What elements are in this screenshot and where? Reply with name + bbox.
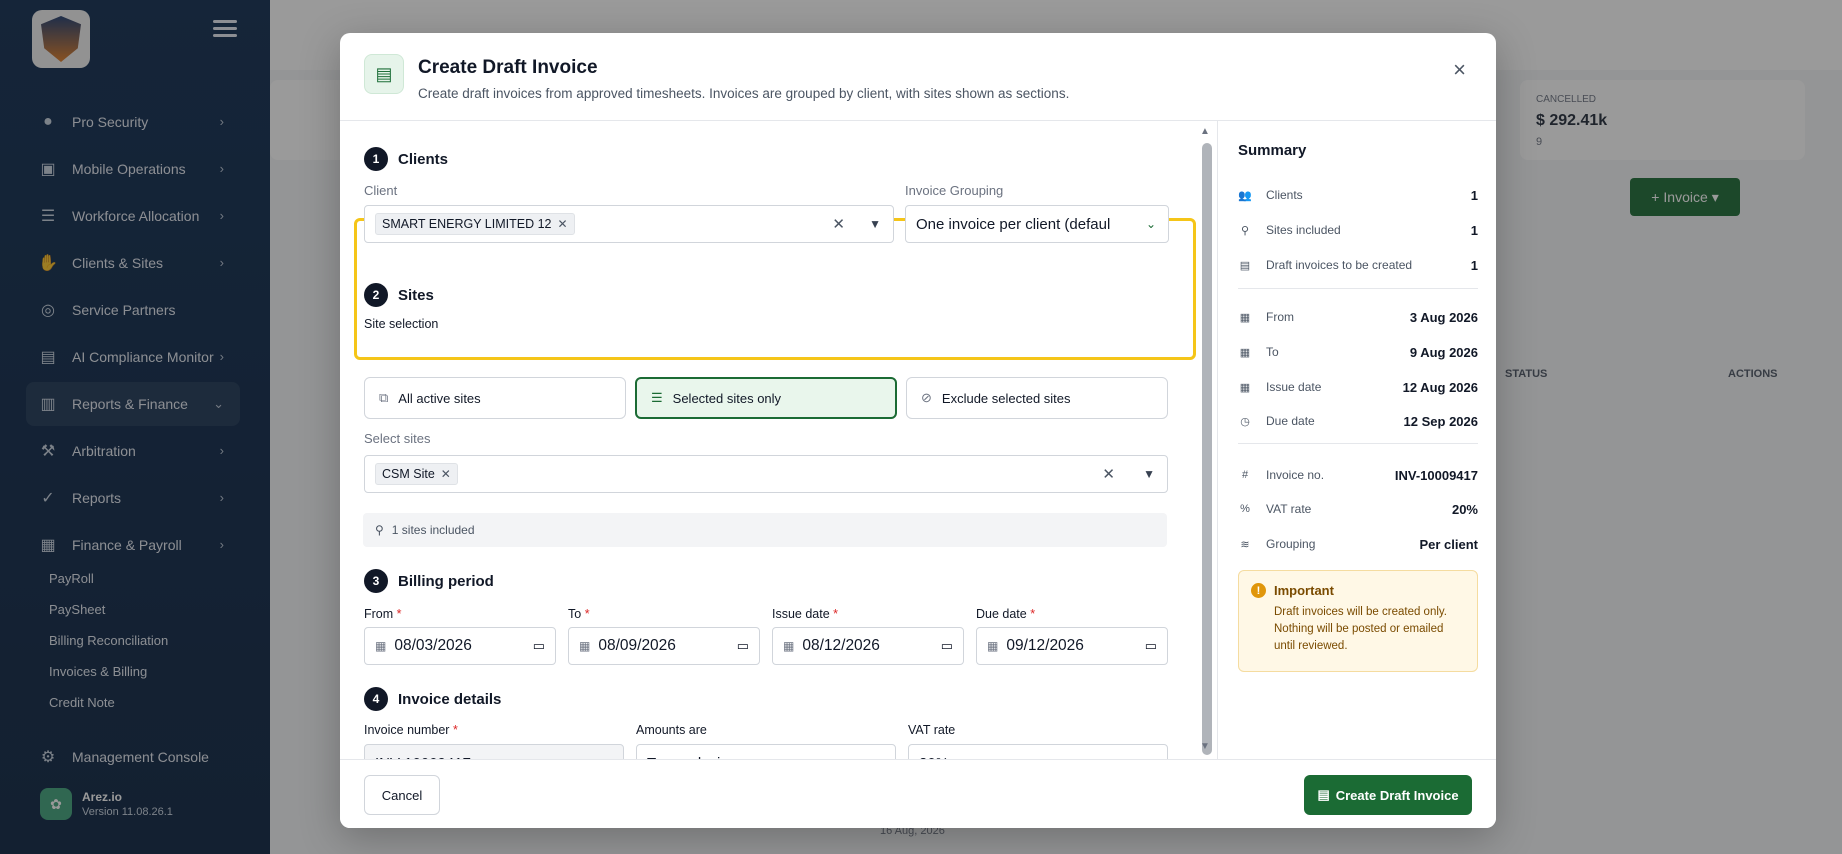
- invoice-grouping-select[interactable]: One invoice per client (defaul ⌄: [905, 205, 1169, 243]
- file-icon: ▤: [1239, 259, 1251, 272]
- section-clients-title: 1 Clients: [364, 147, 448, 171]
- summary-grouping: ≋ Grouping Per client: [1238, 534, 1478, 554]
- scroll-down-arrow[interactable]: ▼: [1200, 741, 1210, 752]
- from-label: From *: [364, 607, 402, 621]
- file-icon: ▤: [1317, 787, 1330, 802]
- calendar-icon: ▦: [1239, 346, 1251, 359]
- summary-invoice-no: # Invoice no. INV-10009417: [1238, 465, 1478, 485]
- clear-icon[interactable]: ✕: [1102, 465, 1115, 483]
- remove-chip-icon[interactable]: ✕: [441, 467, 451, 481]
- modal-title: Create Draft Invoice: [418, 57, 598, 78]
- scroll-up-arrow[interactable]: ▲: [1200, 126, 1210, 137]
- exclude-selected-sites-option[interactable]: ⊘ Exclude selected sites: [906, 377, 1168, 419]
- vat-rate-label: VAT rate: [908, 723, 956, 737]
- users-icon: 👥: [1238, 189, 1252, 202]
- important-text: Draft invoices will be created only. Not…: [1274, 606, 1447, 652]
- selected-sites-only-option[interactable]: ☰ Selected sites only: [635, 377, 897, 419]
- to-label: To *: [568, 607, 590, 621]
- section-sites-title: 2 Sites: [364, 283, 434, 307]
- summary-from: ▦ From 3 Aug 2026: [1239, 309, 1478, 325]
- chevron-down-icon: ⌄: [1145, 217, 1156, 231]
- clear-icon[interactable]: ✕: [832, 215, 845, 233]
- summary-clients: 👥 Clients 1: [1238, 187, 1478, 203]
- select-sites-label: Select sites: [364, 431, 431, 446]
- sitemap-icon: ⧉: [379, 390, 389, 405]
- due-date-label: Due date *: [976, 607, 1036, 621]
- calendar-icon: ▦: [987, 639, 999, 653]
- client-label: Client: [364, 183, 398, 198]
- document-icon: ▤: [364, 54, 404, 94]
- important-title: Important: [1274, 583, 1334, 598]
- modal-body: 1 Clients Client SMART ENERGY LIMITED 12 ✕…: [340, 121, 1217, 759]
- calendar-picker-icon[interactable]: ▭: [941, 638, 953, 654]
- due-date-input[interactable]: ▦ 09/12/2026 ▭: [976, 627, 1168, 665]
- clock-icon: ◷: [1240, 415, 1250, 428]
- ban-icon: ⊘: [921, 390, 932, 405]
- map-pin-icon: ⚲: [375, 523, 384, 537]
- client-select[interactable]: SMART ENERGY LIMITED 12 ✕ ✕ ▼: [364, 205, 894, 243]
- scrollbar-thumb[interactable]: [1202, 143, 1212, 755]
- summary-vat-rate: % VAT rate 20%: [1238, 499, 1478, 519]
- summary-title: Summary: [1238, 142, 1307, 159]
- caret-down-icon[interactable]: ▼: [869, 217, 881, 231]
- invoice-number-label: Invoice number *: [364, 723, 458, 737]
- hash-icon: #: [1241, 469, 1249, 481]
- section-details-title: 4 Invoice details: [364, 687, 501, 711]
- exclamation-icon: !: [1251, 583, 1266, 598]
- select-sites-input[interactable]: CSM Site ✕ ✕ ▼: [364, 455, 1168, 493]
- sites-included-info: ⚲ 1 sites included: [363, 513, 1167, 547]
- calendar-icon: ▦: [1239, 311, 1251, 324]
- calendar-icon: ▦: [783, 639, 795, 653]
- divider: [1238, 288, 1478, 289]
- issue-date-label: Issue date *: [772, 607, 839, 621]
- summary-due-date: ◷ Due date 12 Sep 2026: [1238, 411, 1478, 431]
- from-date-input[interactable]: ▦ 08/03/2026 ▭: [364, 627, 556, 665]
- caret-down-icon[interactable]: ▼: [1143, 467, 1155, 481]
- modal-footer: Cancel ▤ Create Draft Invoice: [340, 759, 1496, 828]
- section-billing-title: 3 Billing period: [364, 569, 494, 593]
- calendar-picker-icon[interactable]: ▭: [737, 638, 749, 654]
- divider: [1238, 443, 1478, 444]
- modal-subtitle: Create draft invoices from approved time…: [418, 86, 1070, 101]
- all-active-sites-option[interactable]: ⧉ All active sites: [364, 377, 626, 419]
- calendar-check-icon: ▦: [1239, 381, 1251, 394]
- modal-header: ▤ Create Draft Invoice Create draft invo…: [340, 33, 1496, 121]
- remove-chip-icon[interactable]: ✕: [558, 217, 568, 231]
- to-date-input[interactable]: ▦ 08/09/2026 ▭: [568, 627, 760, 665]
- calendar-icon: ▦: [579, 639, 591, 653]
- amounts-are-label: Amounts are: [636, 723, 707, 737]
- layers-icon: ≋: [1240, 538, 1250, 551]
- site-chip: CSM Site ✕: [375, 463, 458, 485]
- summary-sites: ⚲ Sites included 1: [1238, 220, 1478, 240]
- summary-drafts: ▤ Draft invoices to be created 1: [1239, 257, 1478, 273]
- site-selection-label: Site selection: [364, 317, 439, 331]
- issue-date-input[interactable]: ▦ 08/12/2026 ▭: [772, 627, 964, 665]
- calendar-picker-icon[interactable]: ▭: [533, 638, 545, 654]
- close-icon[interactable]: ×: [1453, 57, 1466, 83]
- create-draft-invoice-button[interactable]: ▤ Create Draft Invoice: [1304, 775, 1472, 815]
- calendar-picker-icon[interactable]: ▭: [1145, 638, 1157, 654]
- invoice-grouping-label: Invoice Grouping: [905, 183, 1004, 198]
- create-draft-invoice-modal: ▤ Create Draft Invoice Create draft invo…: [340, 33, 1496, 828]
- list-icon: ☰: [651, 390, 663, 405]
- summary-issue-date: ▦ Issue date 12 Aug 2026: [1239, 379, 1478, 395]
- calendar-icon: ▦: [375, 639, 387, 653]
- client-chip: SMART ENERGY LIMITED 12 ✕: [375, 213, 575, 235]
- summary-to: ▦ To 9 Aug 2026: [1239, 344, 1478, 360]
- summary-panel: Summary 👥 Clients 1 ⚲ Sites included 1 ▤ Draf…: [1217, 121, 1496, 759]
- cancel-button[interactable]: Cancel: [364, 775, 440, 815]
- percent-icon: %: [1240, 503, 1250, 515]
- map-pin-icon: ⚲: [1240, 224, 1250, 237]
- important-notice: ! Important Draft invoices will be create…: [1238, 570, 1478, 672]
